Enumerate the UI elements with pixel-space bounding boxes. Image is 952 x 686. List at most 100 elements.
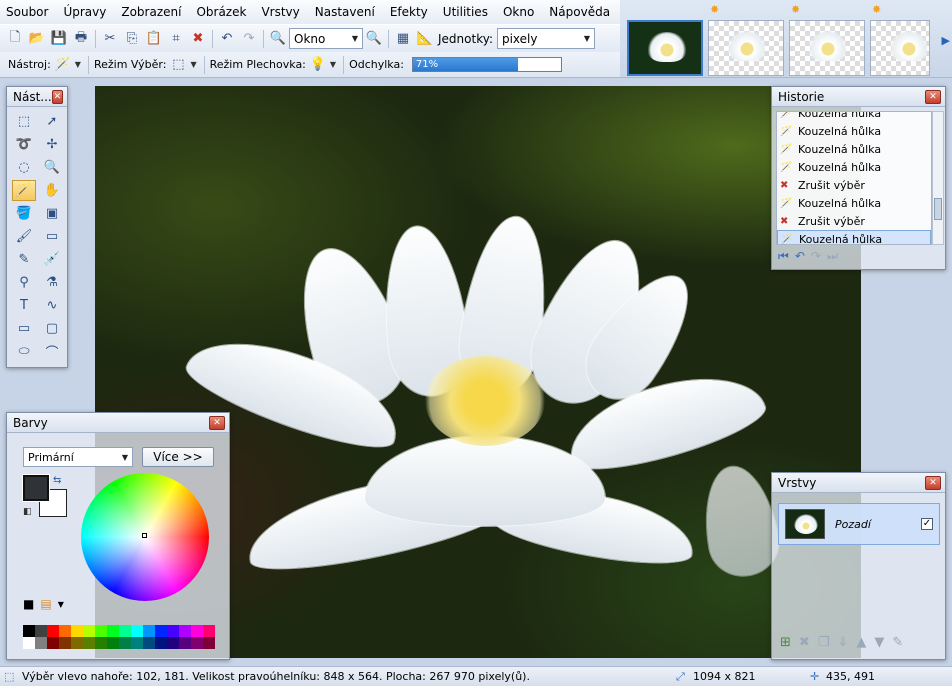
eraser-icon[interactable]: ▭ [40, 226, 64, 247]
freeform-shape-icon[interactable]: ⌒ [40, 341, 64, 362]
open-folder-icon[interactable]: 📂 [26, 28, 48, 50]
menu-edit[interactable]: Úpravy [55, 0, 113, 24]
ellipse-select-icon[interactable]: ◌ [12, 157, 36, 178]
palette-color-swatch[interactable] [155, 625, 167, 637]
undo-icon[interactable]: ↶ [795, 249, 805, 264]
history-scrollbar[interactable] [932, 111, 944, 245]
delete-layer-icon[interactable]: ✖ [799, 635, 810, 650]
menu-effects[interactable]: Efekty [382, 0, 435, 24]
cut-icon[interactable]: ✂ [99, 28, 121, 50]
palette-color-swatch[interactable] [155, 637, 167, 649]
scroll-right-icon[interactable]: ▶ [942, 34, 950, 47]
recolor-icon[interactable]: ⚗ [40, 272, 64, 293]
clone-stamp-icon[interactable]: ⚲ [12, 272, 36, 293]
zoom-icon[interactable]: 🔍 [40, 157, 64, 178]
palette-color-swatch[interactable] [131, 625, 143, 637]
palette-color-swatch[interactable] [23, 637, 35, 649]
history-item[interactable]: 🪄 Kouzelná hůlka [777, 158, 931, 176]
pencil-icon[interactable]: ✎ [12, 249, 36, 270]
image-tab-active[interactable] [627, 20, 703, 76]
flood-mode-icon[interactable]: 💡 [310, 54, 326, 76]
history-item-selected[interactable]: 🪄 Kouzelná hůlka [777, 230, 931, 244]
palette-color-swatch[interactable] [143, 637, 155, 649]
paint-bucket-icon[interactable]: 🪣 [12, 203, 36, 224]
menu-help[interactable]: Nápověda [541, 0, 617, 24]
palette-color-swatch[interactable] [35, 625, 47, 637]
undo-icon[interactable]: ↶ [216, 28, 238, 50]
crop-icon[interactable]: ⌗ [165, 28, 187, 50]
magic-wand-icon[interactable]: 🪄 [12, 180, 36, 201]
menu-file[interactable]: Soubor [0, 0, 55, 24]
layer-visibility-checkbox[interactable]: ✓ [921, 518, 933, 530]
palette-color-swatch[interactable] [143, 625, 155, 637]
palette-color-swatch[interactable] [203, 625, 215, 637]
palette-color-swatch[interactable] [59, 625, 71, 637]
add-layer-icon[interactable]: ⊞ [780, 635, 791, 650]
zoom-in-icon[interactable]: 🔍 [363, 28, 385, 50]
rectangle-select-icon[interactable]: ⬚ [12, 111, 36, 132]
text-icon[interactable]: T [12, 295, 36, 316]
history-item[interactable]: 🪄 Kouzelná hůlka [777, 122, 931, 140]
menu-window[interactable]: Okno [495, 0, 541, 24]
tools-titlebar[interactable]: Nást... ✕ [7, 87, 67, 107]
lasso-select-icon[interactable]: ➰ [12, 134, 36, 155]
paste-icon[interactable]: 📋 [143, 28, 165, 50]
merge-layer-icon[interactable]: ⇓ [837, 635, 848, 650]
history-item[interactable]: 🪄 Kouzelná hůlka [777, 194, 931, 212]
palette-color-swatch[interactable] [95, 637, 107, 649]
gradient-icon[interactable]: ▣ [40, 203, 64, 224]
chevron-down-icon[interactable]: ▼ [190, 60, 196, 69]
redo-icon[interactable]: ↷ [238, 28, 260, 50]
menu-image[interactable]: Obrázek [188, 0, 253, 24]
palette-color-swatch[interactable] [119, 637, 131, 649]
palette-color-swatch[interactable] [191, 625, 203, 637]
rewind-to-start-icon[interactable]: ⏮ [778, 249, 789, 264]
palette-menu-icon[interactable]: ▤ [40, 597, 51, 611]
move-selection-icon[interactable]: ➚ [40, 111, 64, 132]
move-layer-down-icon[interactable]: ▼ [874, 635, 884, 650]
image-tab[interactable] [708, 20, 784, 76]
image-tab[interactable] [789, 20, 865, 76]
history-item[interactable]: ✖ Zrušit výběr [777, 212, 931, 230]
line-curve-icon[interactable]: ∿ [40, 295, 64, 316]
palette-color-swatch[interactable] [167, 637, 179, 649]
fast-forward-to-end-icon[interactable]: ⏭ [827, 249, 838, 264]
palette-color-swatch[interactable] [83, 637, 95, 649]
magic-wand-icon[interactable]: 🪄 [55, 54, 71, 76]
palette-color-swatch[interactable] [47, 625, 59, 637]
add-to-palette-icon[interactable]: ■ [23, 597, 34, 611]
move-selected-icon[interactable]: ✢ [40, 134, 64, 155]
close-icon[interactable]: ✕ [51, 89, 63, 104]
redo-icon[interactable]: ↷ [811, 249, 821, 264]
palette-color-swatch[interactable] [71, 625, 83, 637]
color-picker-icon[interactable]: 💉 [40, 249, 64, 270]
colors-titlebar[interactable]: Barvy ✕ [7, 413, 229, 433]
reset-colors-icon[interactable]: ◧ [23, 507, 32, 517]
palette-color-swatch[interactable] [107, 625, 119, 637]
copy-icon[interactable]: ⎘ [121, 28, 143, 50]
chevron-down-icon[interactable]: ▼ [330, 60, 336, 69]
rounded-rectangle-icon[interactable]: ▢ [40, 318, 64, 339]
tolerance-slider[interactable]: 71% [411, 57, 562, 72]
deselect-icon[interactable]: ✖ [187, 28, 209, 50]
palette-color-swatch[interactable] [59, 637, 71, 649]
palette-color-swatch[interactable] [179, 625, 191, 637]
menu-adjustments[interactable]: Nastavení [307, 0, 382, 24]
swap-colors-icon[interactable]: ⇆ [53, 475, 61, 486]
save-icon[interactable]: 💾 [48, 28, 70, 50]
units-combo[interactable]: pixely ▼ [496, 28, 595, 49]
history-item[interactable]: 🪄 Kouzelná hůlka [777, 140, 931, 158]
more-colors-button[interactable]: Více >> [142, 447, 214, 467]
menu-utilities[interactable]: Utilities [435, 0, 495, 24]
palette-color-swatch[interactable] [47, 637, 59, 649]
color-mode-select[interactable]: Primární ▼ [23, 447, 133, 467]
ellipse-icon[interactable]: ⬭ [12, 341, 36, 362]
palette-color-swatch[interactable] [23, 625, 35, 637]
rectangle-icon[interactable]: ▭ [12, 318, 36, 339]
palette-color-swatch[interactable] [191, 637, 203, 649]
close-icon[interactable]: ✕ [209, 415, 225, 430]
chevron-down-icon[interactable]: ▼ [58, 600, 64, 609]
paintbrush-icon[interactable]: 🖌 [12, 226, 36, 247]
selection-mode-icon[interactable]: ⬚ [170, 54, 186, 76]
palette-color-swatch[interactable] [119, 625, 131, 637]
